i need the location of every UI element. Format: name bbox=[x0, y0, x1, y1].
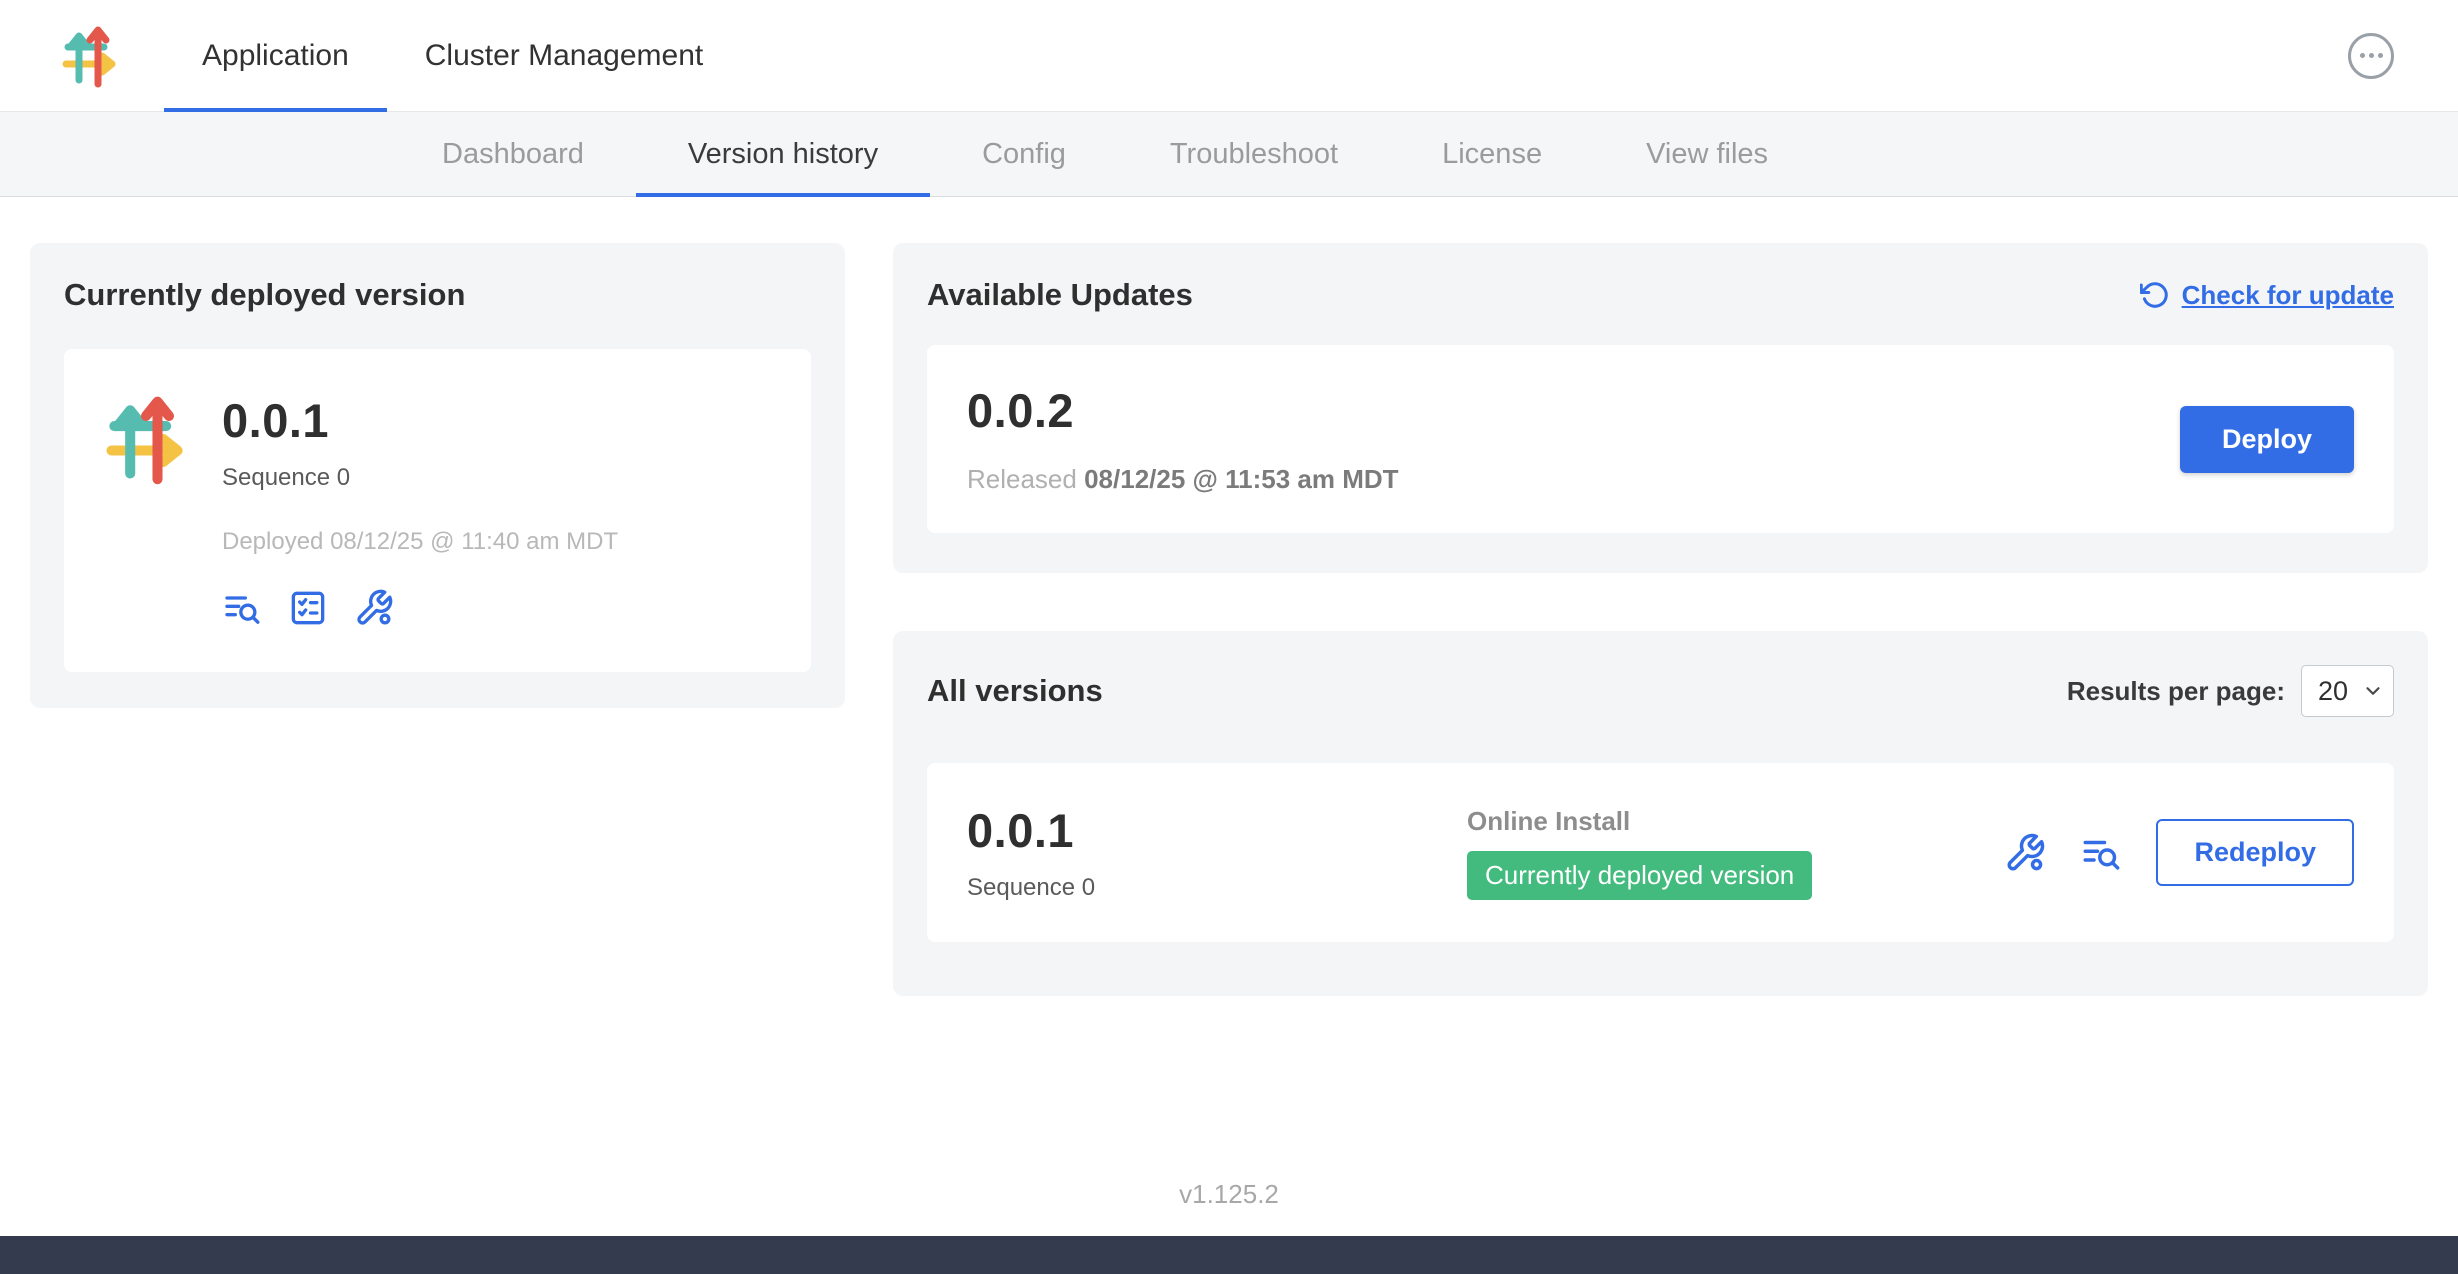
main-content: Currently deployed version bbox=[0, 197, 2458, 1149]
tab-cluster-management[interactable]: Cluster Management bbox=[387, 0, 741, 111]
update-released-text: Released 08/12/25 @ 11:53 am MDT bbox=[967, 464, 1399, 495]
update-row: 0.0.2 Released 08/12/25 @ 11:53 am MDT D… bbox=[927, 345, 2394, 533]
check-for-update-label: Check for update bbox=[2182, 280, 2394, 311]
currently-deployed-title: Currently deployed version bbox=[64, 277, 811, 313]
subnav-item-license[interactable]: License bbox=[1390, 112, 1594, 196]
available-updates-title: Available Updates bbox=[927, 277, 1193, 313]
deployed-timestamp: Deployed 08/12/25 @ 11:40 am MDT bbox=[222, 528, 618, 556]
tab-cluster-management-label: Cluster Management bbox=[425, 39, 703, 73]
released-timestamp: 08/12/25 @ 11:53 am MDT bbox=[1084, 464, 1398, 494]
right-column: Available Updates Check for update 0.0.2… bbox=[893, 243, 2428, 996]
row-actions: Redeploy bbox=[2004, 819, 2354, 886]
all-versions-card: All versions Results per page: 20 bbox=[893, 631, 2428, 996]
app-footer: v1.125.2 bbox=[0, 1149, 2458, 1236]
tab-application-label: Application bbox=[202, 39, 349, 73]
app-subnav: Dashboard Version history Config Trouble… bbox=[0, 112, 2458, 197]
subnav-view-files-label: View files bbox=[1646, 138, 1768, 171]
check-for-update-link[interactable]: Check for update bbox=[2140, 280, 2394, 311]
edit-config-icon[interactable] bbox=[2004, 832, 2046, 874]
currently-deployed-card: Currently deployed version bbox=[30, 243, 845, 708]
results-per-page-select[interactable]: 20 bbox=[2301, 665, 2394, 717]
edit-config-icon[interactable] bbox=[354, 588, 394, 628]
results-per-page-label: Results per page: bbox=[2067, 676, 2285, 707]
deployed-badge: Currently deployed version bbox=[1467, 851, 1812, 900]
page: Application Cluster Management Dashboard… bbox=[0, 0, 2458, 1274]
deployed-version-number: 0.0.1 bbox=[222, 393, 618, 448]
app-logo-arrows-icon bbox=[100, 393, 192, 485]
app-logo-arrows-icon bbox=[58, 24, 122, 88]
subnav-troubleshoot-label: Troubleshoot bbox=[1170, 138, 1338, 171]
subnav-version-history-label: Version history bbox=[688, 138, 878, 171]
deployed-action-icons bbox=[222, 588, 618, 628]
subnav-item-view-files[interactable]: View files bbox=[1594, 112, 1820, 196]
more-menu-button[interactable] bbox=[2348, 33, 2394, 79]
left-column: Currently deployed version bbox=[30, 243, 845, 708]
deploy-logs-icon[interactable] bbox=[2080, 832, 2122, 874]
tab-application[interactable]: Application bbox=[164, 0, 387, 111]
deployed-version-panel: 0.0.1 Sequence 0 Deployed 08/12/25 @ 11:… bbox=[64, 349, 811, 672]
bottom-bar bbox=[0, 1236, 2458, 1274]
deploy-logs-icon[interactable] bbox=[222, 588, 262, 628]
results-per-page: Results per page: 20 bbox=[2067, 665, 2394, 717]
ellipsis-icon bbox=[2360, 53, 2383, 58]
results-per-page-select-wrap: 20 bbox=[2301, 665, 2394, 717]
released-prefix: Released bbox=[967, 464, 1077, 494]
app-header: Application Cluster Management bbox=[0, 0, 2458, 112]
app-logo bbox=[100, 393, 192, 628]
app-version-label: v1.125.2 bbox=[1179, 1179, 1279, 1209]
subnav-item-version-history[interactable]: Version history bbox=[636, 112, 930, 196]
subnav-license-label: License bbox=[1442, 138, 1542, 171]
available-updates-card: Available Updates Check for update 0.0.2… bbox=[893, 243, 2428, 573]
row-version-number: 0.0.1 bbox=[967, 803, 1467, 858]
app-logo bbox=[58, 0, 122, 111]
row-install-info: Online Install Currently deployed versio… bbox=[1467, 806, 2004, 900]
deployed-version-info: 0.0.1 Sequence 0 Deployed 08/12/25 @ 11:… bbox=[222, 393, 618, 628]
refresh-ccw-icon bbox=[2140, 280, 2170, 310]
update-info: 0.0.2 Released 08/12/25 @ 11:53 am MDT bbox=[967, 383, 1399, 495]
row-sequence: Sequence 0 bbox=[967, 874, 1467, 902]
update-version-number: 0.0.2 bbox=[967, 383, 1399, 438]
subnav-config-label: Config bbox=[982, 138, 1066, 171]
release-notes-icon[interactable] bbox=[288, 588, 328, 628]
row-version-info: 0.0.1 Sequence 0 bbox=[967, 803, 1467, 902]
subnav-item-config[interactable]: Config bbox=[930, 112, 1118, 196]
redeploy-button[interactable]: Redeploy bbox=[2156, 819, 2354, 886]
version-row: 0.0.1 Sequence 0 Online Install Currentl… bbox=[927, 763, 2394, 942]
deploy-button[interactable]: Deploy bbox=[2180, 406, 2354, 473]
all-versions-title: All versions bbox=[927, 673, 1103, 709]
subnav-item-troubleshoot[interactable]: Troubleshoot bbox=[1118, 112, 1390, 196]
subnav-dashboard-label: Dashboard bbox=[442, 138, 584, 171]
primary-tabs: Application Cluster Management bbox=[164, 0, 741, 111]
install-type-label: Online Install bbox=[1467, 806, 2004, 837]
subnav-item-dashboard[interactable]: Dashboard bbox=[390, 112, 636, 196]
deployed-sequence: Sequence 0 bbox=[222, 464, 618, 492]
